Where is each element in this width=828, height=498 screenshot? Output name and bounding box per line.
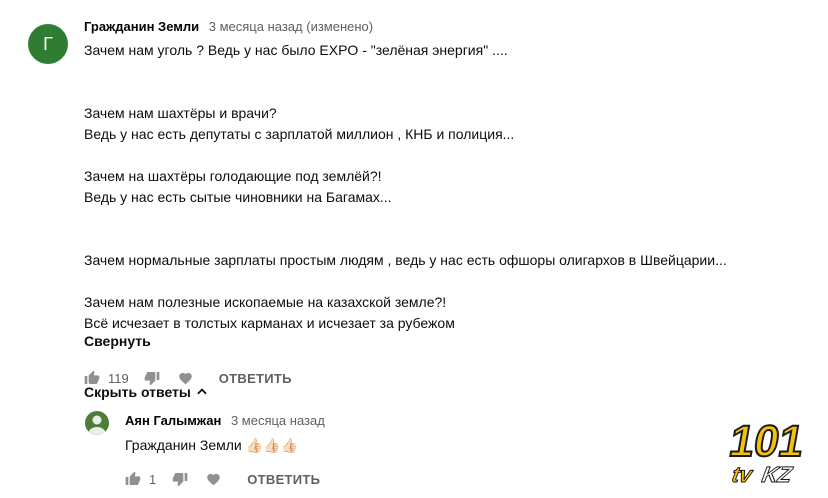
avatar-letter: Г [43,33,53,54]
comment-header: Гражданин Земли 3 месяца назад (изменено… [84,18,804,36]
comment-line [84,145,804,166]
logo-domain: KZ [760,462,795,487]
hide-replies-button[interactable]: Скрыть ответы [84,384,209,400]
hide-replies-label: Скрыть ответы [84,384,191,400]
user-silhouette-icon [88,415,106,435]
reply: Аян Галымжан 3 месяца назад Гражданин Зе… [125,412,725,491]
comment-line [84,208,804,229]
comment-line: Всё исчезает в толстых карманах и исчеза… [84,315,455,331]
collapse-button[interactable]: Свернуть [84,333,804,349]
reply-button[interactable]: ОТВЕТИТЬ [219,371,292,386]
comment-line: Ведь у нас есть сытые чиновники на Багам… [84,189,392,205]
comment-timestamp[interactable]: 3 месяца назад (изменено) [209,19,373,34]
avatar[interactable]: Г [28,24,68,64]
comment-line: Ведь у нас есть депутаты с зарплатой мил… [84,126,515,142]
comment-line: Зачем на шахтёры голодающие под землёй?! [84,168,382,184]
reply-like-button[interactable] [125,471,141,487]
comment-line [84,61,804,82]
reply-heart-button[interactable] [206,472,221,487]
comment-line: Зачем нормальные зарплаты простым людям … [84,252,727,268]
reply-body: Гражданин Земли 👍🏻👍🏻👍🏻 [125,437,298,453]
reply-author[interactable]: Аян Галымжан [125,413,221,428]
comment-line: Зачем нам уголь ? Ведь у нас было EXPO -… [84,42,508,58]
comment-author[interactable]: Гражданин Земли [84,19,199,34]
logo-suffix: tv [730,462,756,487]
reply-header: Аян Галымжан 3 месяца назад [125,412,725,430]
comment-line [84,229,804,250]
reply-avatar[interactable] [85,411,109,435]
thumbs-down-icon [172,473,188,487]
comment: Гражданин Земли 3 месяца назад (изменено… [84,18,804,390]
heart-icon [207,473,220,485]
reply-like-count: 1 [149,471,157,487]
reply-timestamp[interactable]: 3 месяца назад [231,413,325,428]
comment-line: Зачем нам шахтёры и врачи? [84,105,277,121]
comment-line [84,271,804,292]
comment-body: Зачем нам уголь ? Ведь у нас было EXPO -… [84,40,804,334]
comment-line [84,82,804,103]
comment-line: Зачем нам полезные ископаемые на казахск… [84,294,447,310]
chevron-up-icon [197,388,207,395]
reply-actions: 1 ОТВЕТИТЬ [125,467,725,491]
reply-dislike-button[interactable] [172,471,188,487]
tv-channel-logo: 101 tv KZ [725,416,809,487]
reply-reply-button[interactable]: ОТВЕТИТЬ [247,472,320,487]
thumbs-up-icon [125,471,141,485]
logo-number: 101 [726,417,808,466]
